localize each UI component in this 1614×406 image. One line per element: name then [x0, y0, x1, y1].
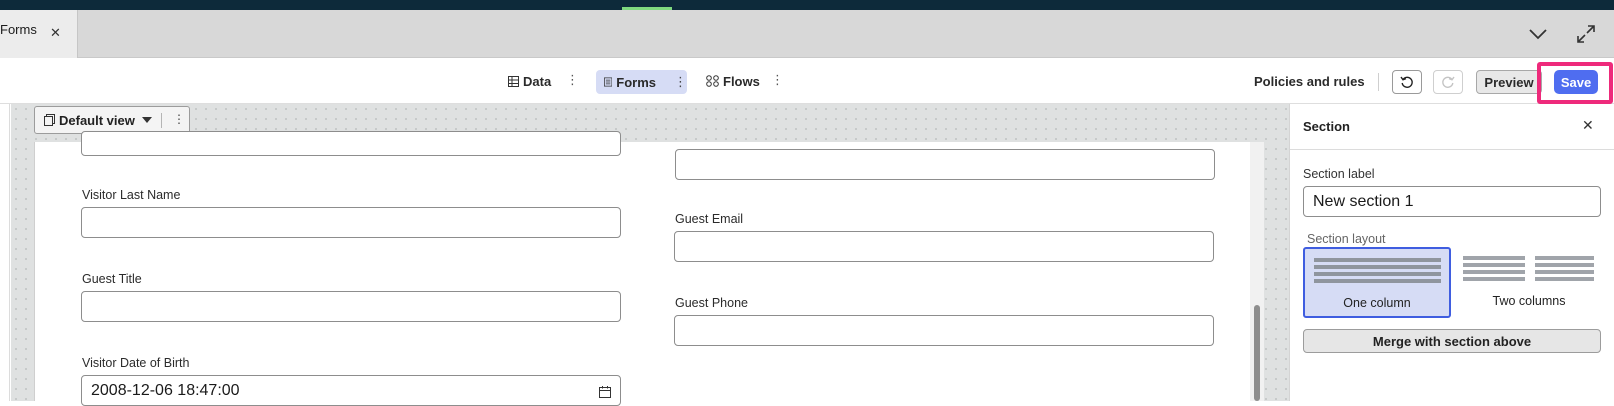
- data-label: Data: [523, 73, 552, 89]
- expand-icon[interactable]: [1574, 22, 1598, 46]
- layout-preview-bar: [1535, 277, 1594, 281]
- view-selector[interactable]: Default view ⋮: [34, 106, 190, 134]
- data-more-menu[interactable]: ⋮: [566, 72, 579, 90]
- chevron-down-icon[interactable]: [1526, 24, 1550, 44]
- policies-label: Policies and rules: [1254, 73, 1365, 89]
- forms-button[interactable]: Forms ⋮: [596, 70, 687, 94]
- undo-button[interactable]: [1392, 70, 1422, 94]
- policies-and-rules-button[interactable]: Policies and rules: [1254, 70, 1365, 92]
- view-divider: [161, 113, 162, 128]
- layout-preview-bar: [1463, 277, 1525, 281]
- flows-button[interactable]: Flows: [706, 70, 760, 92]
- section-label-caption: Section label: [1303, 167, 1375, 181]
- layout-option-two-columns[interactable]: Two columns: [1455, 247, 1603, 318]
- text-field-cut-off[interactable]: [81, 131, 621, 156]
- close-tab-icon[interactable]: ✕: [50, 25, 61, 41]
- save-button[interactable]: Save: [1554, 70, 1598, 94]
- section-properties-panel: Section ✕ Section label New section 1 Se…: [1289, 104, 1614, 401]
- view-icon: [44, 114, 55, 126]
- undo-icon: [1400, 76, 1413, 88]
- text-field-cut-off-right[interactable]: [675, 149, 1215, 180]
- flows-more-menu[interactable]: ⋮: [771, 72, 784, 90]
- section-label-input[interactable]: New section 1: [1303, 186, 1601, 217]
- form-icon: [604, 77, 613, 87]
- field-label: Guest Phone: [675, 296, 748, 310]
- caret-down-icon[interactable]: [142, 117, 152, 123]
- panel-title: Section: [1303, 119, 1350, 134]
- tab-bar: Forms ✕: [0, 10, 1614, 58]
- designer-toolbar: Data ⋮ Forms ⋮ Flows ⋮ Policies and rule…: [0, 58, 1614, 104]
- field-label: Guest Email: [675, 212, 744, 226]
- field-label: Visitor Last Name: [82, 188, 181, 202]
- layout-preview-bar: [1535, 256, 1594, 260]
- guest-title-field[interactable]: [81, 291, 621, 322]
- section-layout-caption: Section layout: [1307, 232, 1386, 246]
- redo-button[interactable]: [1433, 70, 1463, 94]
- field-value: 2008-12-06 18:47:00: [91, 382, 240, 399]
- tab-forms[interactable]: Forms ✕: [0, 10, 78, 58]
- layout-preview-bar: [1463, 256, 1525, 260]
- close-panel-icon[interactable]: ✕: [1582, 117, 1594, 134]
- tab-forms-label: Forms: [0, 22, 37, 37]
- visitor-last-name-field[interactable]: [81, 207, 621, 238]
- preview-button[interactable]: Preview: [1476, 70, 1542, 94]
- redo-icon: [1442, 76, 1455, 88]
- view-label: Default view: [59, 113, 135, 128]
- layout-preview-bar: [1314, 265, 1441, 269]
- table-icon: [508, 75, 519, 87]
- field-label: Visitor Date of Birth: [82, 356, 190, 370]
- layout-preview-bar: [1463, 263, 1525, 267]
- layout-option-label: One column: [1343, 296, 1411, 310]
- forms-more-menu[interactable]: ⋮: [674, 74, 687, 90]
- flows-label: Flows: [723, 73, 760, 89]
- calendar-icon[interactable]: [599, 386, 611, 398]
- layout-preview-bar: [1314, 272, 1441, 276]
- layout-preview-bar: [1463, 270, 1525, 274]
- visitor-date-of-birth-field[interactable]: 2008-12-06 18:47:00: [81, 375, 621, 406]
- merge-with-section-above-button[interactable]: Merge with section above: [1303, 329, 1601, 353]
- layout-preview-bar: [1314, 258, 1441, 262]
- flows-icon: [706, 75, 719, 87]
- layout-preview-bar: [1314, 279, 1441, 283]
- guest-email-field[interactable]: [674, 231, 1214, 262]
- toolbar-divider: [1378, 73, 1379, 91]
- field-label: Guest Title: [82, 272, 142, 286]
- top-app-strip: [0, 0, 1614, 10]
- left-gutter: [0, 104, 10, 401]
- layout-preview-bar: [1535, 263, 1594, 267]
- section-label-value: New section 1: [1313, 193, 1414, 210]
- guest-phone-field[interactable]: [674, 315, 1214, 346]
- panel-divider: [1290, 149, 1614, 150]
- layout-preview-bar: [1535, 270, 1594, 274]
- forms-label: Forms: [616, 74, 656, 90]
- layout-option-one-column[interactable]: One column: [1303, 247, 1451, 318]
- view-more-menu[interactable]: ⋮: [173, 112, 185, 126]
- scrollbar-thumb[interactable]: [1254, 305, 1260, 401]
- layout-option-label: Two columns: [1492, 294, 1566, 308]
- form-section: Visitor Last Name Guest Title Visitor Da…: [34, 131, 1264, 406]
- data-button[interactable]: Data: [508, 70, 551, 92]
